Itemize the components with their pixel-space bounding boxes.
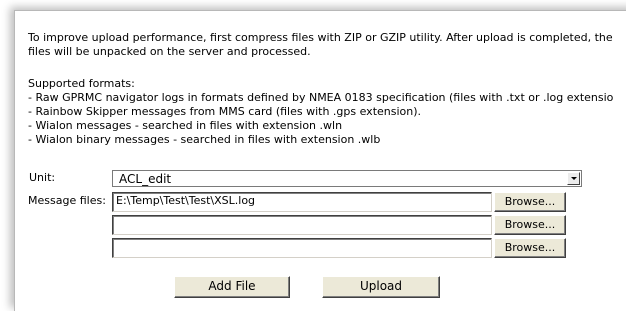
message-file-input-3[interactable] [112,238,492,258]
upload-dialog: To improve upload performance, first com… [14,10,626,311]
upload-button[interactable]: Upload [322,276,440,298]
format-item: - Wialon binary messages - searched in f… [28,133,381,146]
message-files-label: Message files: [28,194,106,207]
add-file-button[interactable]: Add File [174,276,290,298]
format-item: - Rainbow Skipper messages from MMS card… [28,105,422,118]
browse-button-1[interactable]: Browse... [494,192,566,212]
message-file-input-2[interactable] [112,215,492,235]
unit-select-value: ACL_edit [119,172,172,186]
format-item: - Wialon messages - searched in files wi… [28,119,343,132]
intro-text-line-1: To improve upload performance, first com… [28,31,613,44]
unit-label: Unit: [29,171,56,184]
supported-formats-header: Supported formats: [28,77,135,90]
browse-button-2[interactable]: Browse... [494,215,566,235]
intro-text-line-2: files will be unpacked on the server and… [28,45,311,58]
format-item: - Raw GPRMC navigator logs in formats de… [28,91,614,104]
chevron-down-icon[interactable] [567,172,580,185]
message-file-input-1[interactable]: E:\Temp\Test\Test\XSL.log [112,192,492,212]
unit-select[interactable]: ACL_edit [112,170,582,187]
browse-button-3[interactable]: Browse... [494,238,566,258]
